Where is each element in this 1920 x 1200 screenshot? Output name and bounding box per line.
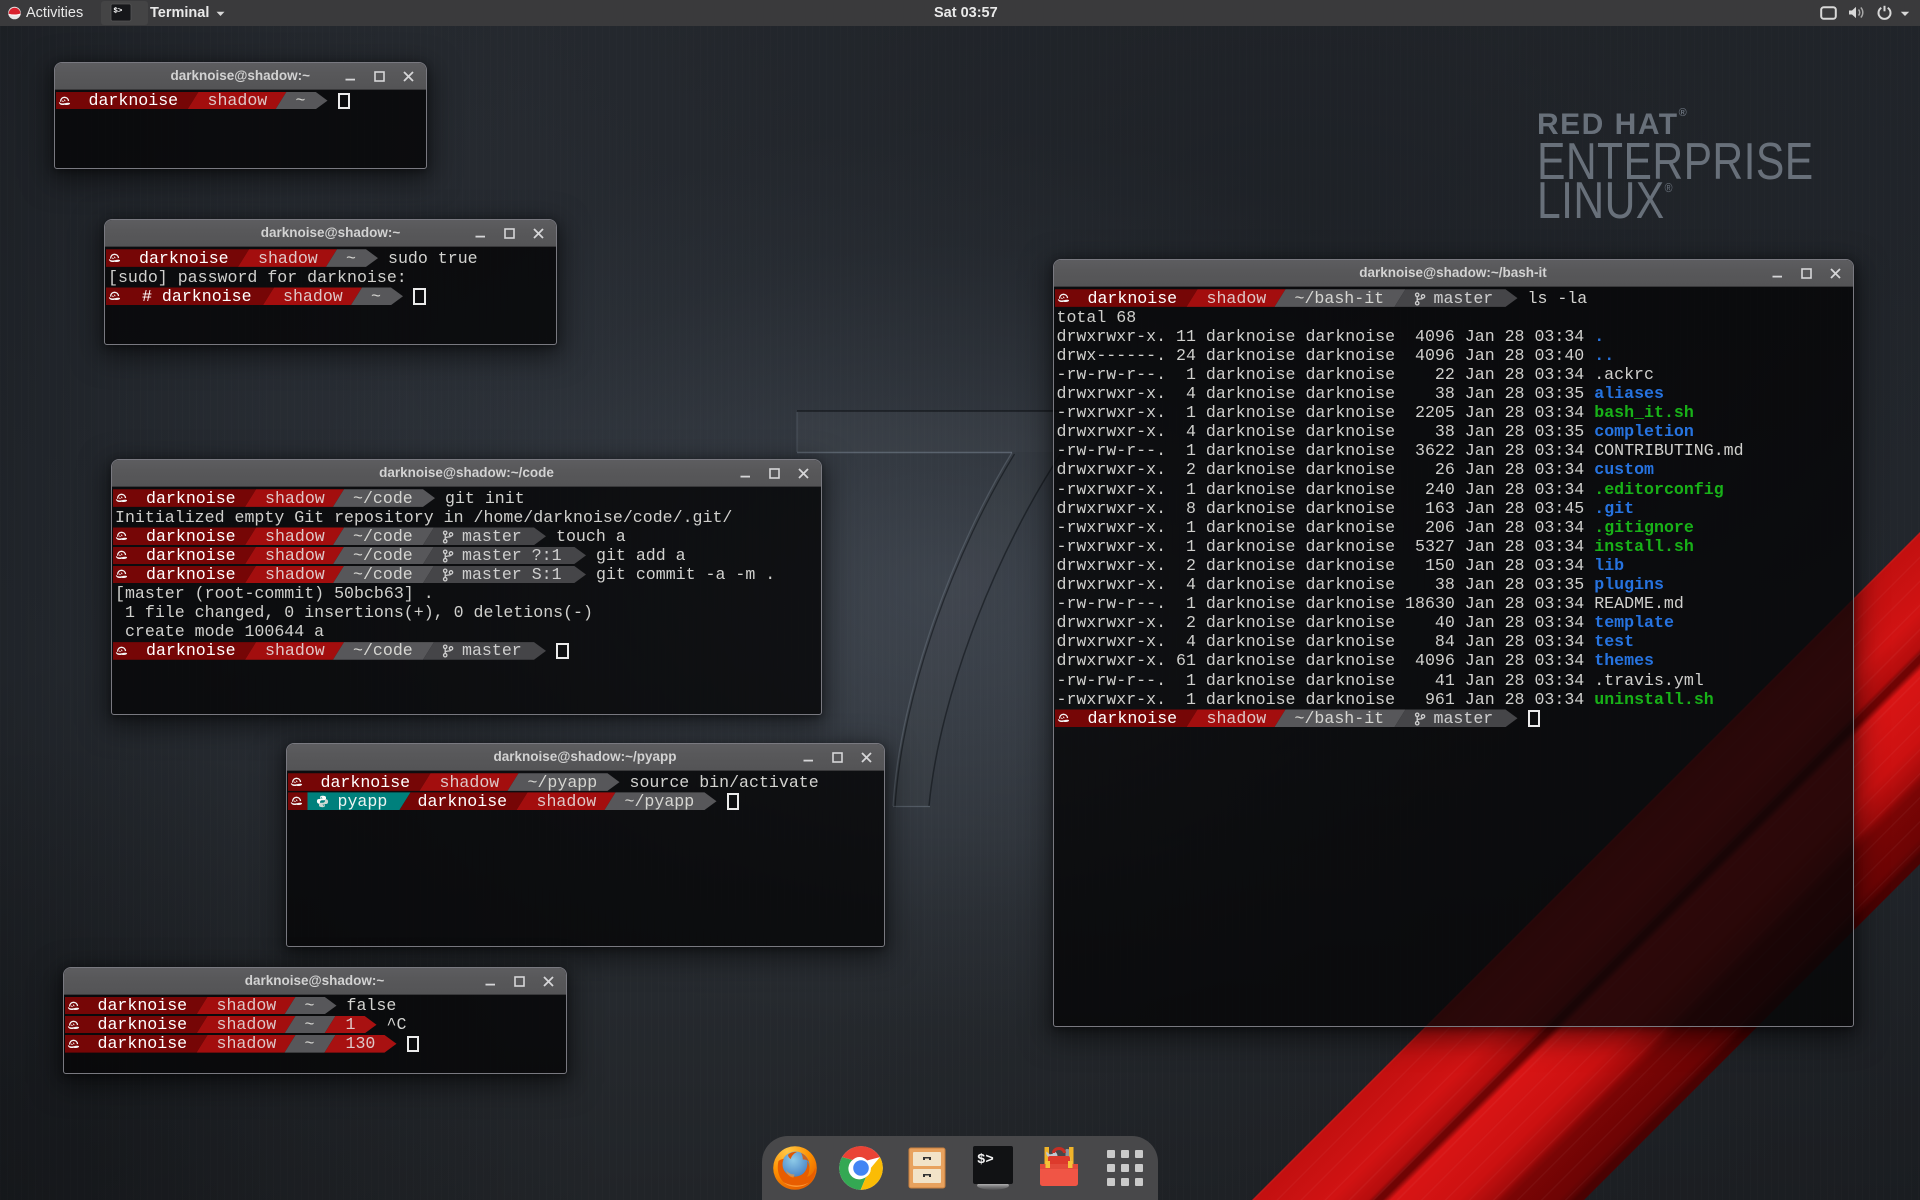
svg-text:$>: $> <box>977 1152 994 1168</box>
svg-text:$>: $> <box>113 8 123 16</box>
